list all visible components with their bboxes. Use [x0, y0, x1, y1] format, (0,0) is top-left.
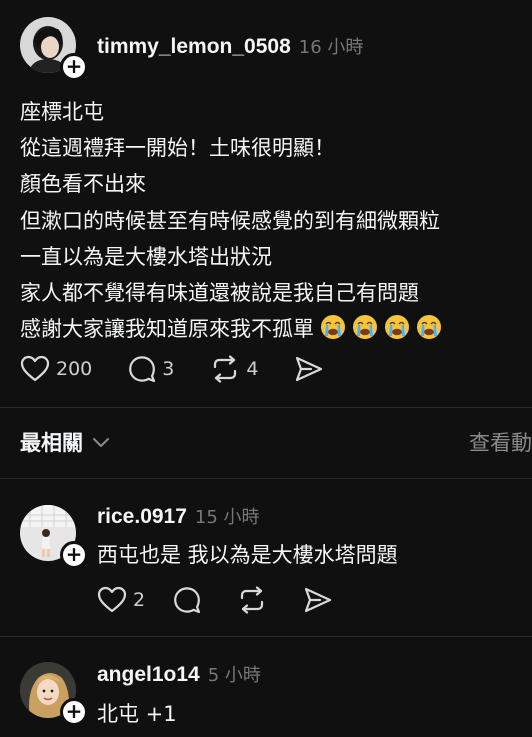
loudly-crying-face-icon: [385, 315, 409, 340]
post-line: 感謝大家讓我知道原來我不孤單: [20, 317, 314, 342]
reply-header: angel1o14 5 小時: [97, 661, 261, 687]
reply-time: 5 小時: [207, 665, 261, 686]
repost-count: 4: [246, 358, 259, 380]
like-button[interactable]: 2: [97, 586, 145, 614]
divider: [0, 407, 532, 408]
reply-text: 西屯也是 我以為是大樓水塔問題: [97, 543, 398, 567]
repost-button[interactable]: [237, 586, 267, 614]
reply-text: 北屯 +1: [97, 702, 177, 726]
reply-avatar-wrap[interactable]: +: [20, 662, 88, 726]
share-button[interactable]: [303, 586, 333, 614]
comment-count: 3: [162, 358, 175, 380]
sort-dropdown[interactable]: 最相關: [20, 427, 111, 457]
view-activity-link[interactable]: 查看動: [469, 427, 532, 457]
post-time: 16 小時: [298, 37, 364, 58]
repost-button[interactable]: 4: [210, 355, 258, 383]
repost-icon: [214, 355, 237, 383]
loudly-crying-face-icon: [417, 315, 441, 340]
post-header: timmy_lemon_0508 16 小時: [97, 33, 363, 59]
chevron-down-icon: [93, 438, 109, 447]
post-author-avatar-wrap[interactable]: +: [20, 17, 88, 81]
post-line: 但漱口的時候甚至有時候感覺的到有細微顆粒: [20, 208, 440, 233]
divider: [0, 478, 532, 479]
post-line: 顏色看不出來: [20, 172, 146, 197]
reply-username[interactable]: angel1o14: [97, 663, 200, 687]
heart-icon: [20, 355, 50, 382]
post-line: 座標北屯: [20, 100, 104, 124]
post-line-last: 感謝大家讓我知道原來我不孤單: [20, 311, 442, 347]
reply-header: rice.0917 15 小時: [97, 503, 260, 529]
post-actions: 200 3 4: [20, 355, 360, 383]
comment-icon: [174, 587, 201, 614]
repost-icon: [240, 586, 264, 614]
comment-button[interactable]: [173, 586, 201, 614]
post-line: 家人都不覺得有味道還被說是我自己有問題: [20, 280, 419, 305]
heart-icon: [97, 586, 127, 613]
post-username[interactable]: timmy_lemon_0508: [97, 35, 291, 59]
send-icon: [304, 587, 332, 613]
loudly-crying-face-icon: [353, 315, 377, 340]
like-button[interactable]: 200: [20, 355, 92, 383]
comment-button[interactable]: 3: [128, 355, 174, 383]
like-count: 2: [133, 589, 146, 611]
share-button[interactable]: [294, 355, 324, 383]
post-body: 座標北屯 從這週禮拜一開始！土味很明顯！ 顏色看不出來 但漱口的時候甚至有時候感…: [20, 94, 442, 347]
post-line: 從這週禮拜一開始！土味很明顯！: [20, 136, 335, 161]
divider: [0, 636, 532, 637]
reply-time: 15 小時: [194, 507, 260, 528]
post-line: 一直以為是大樓水塔出狀況: [20, 244, 272, 269]
reply-avatar-wrap[interactable]: +: [20, 505, 88, 569]
send-icon: [296, 356, 323, 382]
follow-plus-button[interactable]: +: [60, 698, 88, 726]
follow-plus-button[interactable]: +: [60, 53, 88, 81]
comment-icon: [129, 356, 156, 383]
sort-label: 最相關: [20, 431, 83, 455]
reply-actions: 2: [97, 586, 369, 614]
reply-username[interactable]: rice.0917: [97, 505, 187, 529]
like-count: 200: [56, 358, 93, 380]
loudly-crying-face-icon: [321, 315, 345, 340]
follow-plus-button[interactable]: +: [60, 541, 88, 569]
